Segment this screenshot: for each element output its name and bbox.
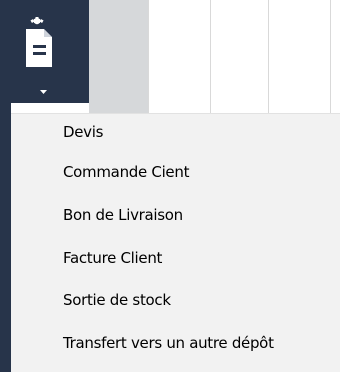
grid-column-divider	[268, 0, 269, 113]
grid-column-divider	[148, 0, 149, 113]
toolbar-button-highlight	[89, 0, 149, 113]
grid-column-divider	[210, 0, 211, 113]
menu-left-frame	[0, 103, 11, 372]
chevron-down-icon	[40, 90, 47, 94]
menu-item-label: Devis	[63, 122, 104, 141]
menu-item-label: Transfert vers un autre dépôt	[63, 333, 274, 352]
menu-item-label: Sortie de stock	[63, 290, 171, 309]
document-menu-button[interactable]	[0, 0, 89, 103]
menu-item-label: Bon de Livraison	[63, 205, 183, 224]
menu-item-transfert[interactable]: Transfert vers un autre dépôt	[11, 324, 340, 361]
document-icon	[26, 17, 52, 67]
menu-item-label: Commande Cient	[63, 162, 190, 181]
grid-column-divider	[330, 0, 331, 113]
menu-item-commande-client[interactable]: Commande Cient	[11, 153, 340, 190]
menu-border	[11, 113, 340, 114]
menu-item-devis[interactable]: Devis	[11, 113, 340, 150]
menu-item-bon-de-livraison[interactable]: Bon de Livraison	[11, 196, 340, 233]
dropdown-menu: Devis Commande Cient Bon de Livraison Fa…	[11, 113, 340, 372]
menu-item-label: Facture Client	[63, 248, 163, 267]
menu-item-sortie-de-stock[interactable]: Sortie de stock	[11, 281, 340, 318]
menu-item-facture-client[interactable]: Facture Client	[11, 239, 340, 276]
